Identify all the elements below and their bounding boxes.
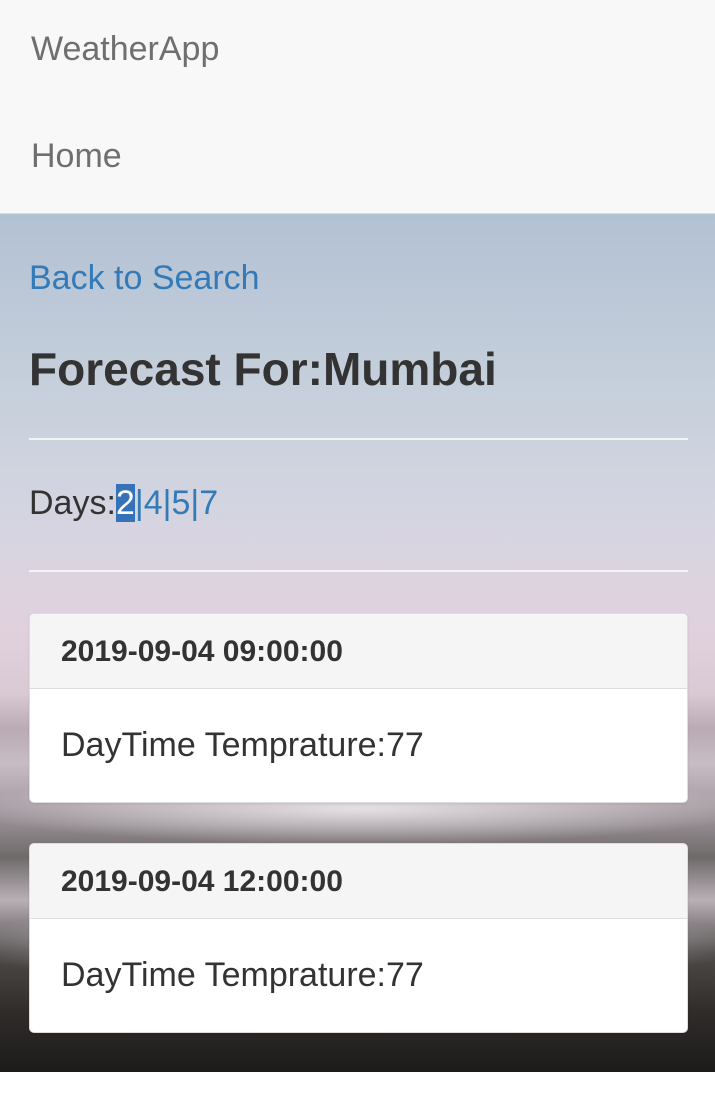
days-selector: Days:2|4|5|7 <box>29 484 218 523</box>
navbar: WeatherApp Home <box>0 0 715 214</box>
days-separator: | <box>190 484 200 522</box>
forecast-panel: 2019-09-04 12:00:00 DayTime Temprature:7… <box>29 843 688 1033</box>
forecast-temperature: DayTime Temprature:77 <box>61 726 424 764</box>
forecast-datetime: 2019-09-04 12:00:00 <box>30 844 687 919</box>
page-title: Forecast For:Mumbai <box>29 343 497 395</box>
days-option-5[interactable]: 5 <box>171 484 190 522</box>
forecast-datetime: 2019-09-04 09:00:00 <box>30 614 687 689</box>
brand-link[interactable]: WeatherApp <box>31 30 219 69</box>
days-option-4[interactable]: 4 <box>144 484 163 522</box>
nav-home-link[interactable]: Home <box>31 137 122 176</box>
days-option-2[interactable]: 2 <box>115 484 135 522</box>
days-label: Days: <box>29 484 116 522</box>
days-option-7[interactable]: 7 <box>199 484 218 522</box>
background-image: Back to Search Forecast For:Mumbai Days:… <box>0 214 715 1072</box>
days-separator: | <box>134 484 144 522</box>
forecast-panel: 2019-09-04 09:00:00 DayTime Temprature:7… <box>29 613 688 803</box>
divider <box>29 570 688 572</box>
divider <box>29 438 688 440</box>
forecast-temperature: DayTime Temprature:77 <box>61 956 424 994</box>
back-to-search-link[interactable]: Back to Search <box>29 259 260 298</box>
